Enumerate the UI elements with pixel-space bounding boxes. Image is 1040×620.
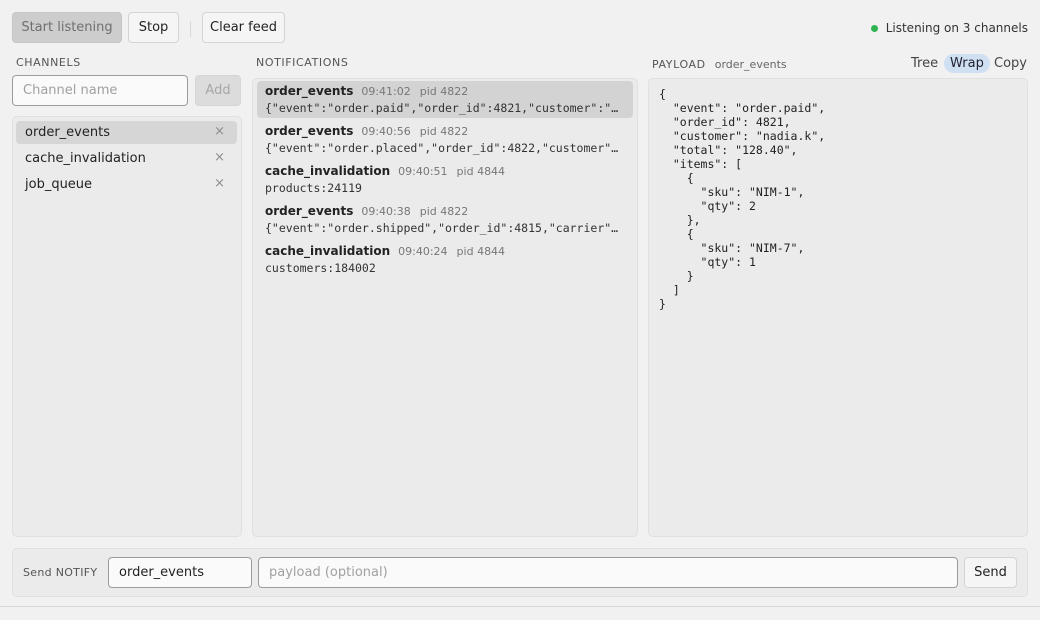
add-channel-button[interactable]: Add <box>195 75 241 106</box>
notification-payload: customers:184002 <box>265 261 376 275</box>
clear-feed-button[interactable]: Clear feed <box>202 12 285 43</box>
notification-channel: cache_invalidation <box>265 244 391 258</box>
payload-header: PAYLOAD order_events <box>652 58 787 71</box>
toolbar-divider <box>190 21 191 37</box>
notification-channel: cache_invalidation <box>265 164 391 178</box>
channel-name-input[interactable] <box>12 75 188 106</box>
notify-payload-input[interactable] <box>258 557 958 588</box>
notification-item[interactable]: cache_invalidation 09:40:51 pid 4844 pro… <box>257 161 633 198</box>
copy-button[interactable]: Copy <box>988 54 1033 73</box>
payload-json-viewer: { "event": "order.paid", "order_id": 482… <box>659 87 826 311</box>
notification-channel: order_events <box>265 124 354 138</box>
notification-item[interactable]: order_events 09:40:38 pid 4822 {"event":… <box>257 201 633 238</box>
payload-title: PAYLOAD <box>652 58 706 71</box>
notification-time: 09:40:56 <box>361 125 411 138</box>
channel-item-cache-invalidation[interactable]: cache_invalidation × <box>16 147 237 170</box>
listening-status: Listening on 3 channels <box>870 21 1028 35</box>
send-button[interactable]: Send <box>964 557 1017 588</box>
notifications-title: NOTIFICATIONS <box>256 56 349 69</box>
notification-pid: pid 4844 <box>456 245 506 258</box>
notification-time: 09:40:38 <box>361 205 411 218</box>
notification-item[interactable]: order_events 09:41:02 pid 4822 {"event":… <box>257 81 633 118</box>
notification-time: 09:41:02 <box>361 85 411 98</box>
footer-divider <box>0 606 1040 607</box>
notification-item[interactable]: order_events 09:40:56 pid 4822 {"event":… <box>257 121 633 158</box>
notification-pid: pid 4822 <box>419 125 469 138</box>
notification-time: 09:40:51 <box>398 165 448 178</box>
notification-pid: pid 4822 <box>419 85 469 98</box>
notification-item[interactable]: cache_invalidation 09:40:24 pid 4844 cus… <box>257 241 633 278</box>
channel-name: cache_invalidation <box>25 151 146 166</box>
payload-channel: order_events <box>714 58 787 71</box>
notify-channel-input[interactable] <box>108 557 252 588</box>
channel-item-order-events[interactable]: order_events × <box>16 121 237 144</box>
notification-channel: order_events <box>265 84 354 98</box>
notification-payload: {"event":"order.placed","order_id":4822,… <box>265 141 625 155</box>
remove-channel-icon[interactable]: × <box>214 151 225 165</box>
notification-pid: pid 4822 <box>419 205 469 218</box>
notification-pid: pid 4844 <box>456 165 506 178</box>
channel-item-job-queue[interactable]: job_queue × <box>16 173 237 196</box>
notification-channel: order_events <box>265 204 354 218</box>
wrap-toggle[interactable]: Wrap <box>944 54 990 73</box>
status-dot-icon <box>870 24 878 32</box>
send-notify-label: Send NOTIFY <box>23 566 98 579</box>
status-text: Listening on 3 channels <box>885 21 1028 35</box>
notification-payload: products:24119 <box>265 181 362 195</box>
notification-time: 09:40:24 <box>398 245 448 258</box>
remove-channel-icon[interactable]: × <box>214 177 225 191</box>
channel-name: job_queue <box>25 177 93 192</box>
start-listening-button[interactable]: Start listening <box>12 12 122 43</box>
tree-toggle[interactable]: Tree <box>905 54 944 73</box>
remove-channel-icon[interactable]: × <box>214 125 225 139</box>
stop-button[interactable]: Stop <box>128 12 179 43</box>
notification-payload: {"event":"order.paid","order_id":4821,"c… <box>265 101 625 115</box>
channels-title: CHANNELS <box>16 56 81 69</box>
channel-name: order_events <box>25 125 110 140</box>
notification-payload: {"event":"order.shipped","order_id":4815… <box>265 221 619 235</box>
